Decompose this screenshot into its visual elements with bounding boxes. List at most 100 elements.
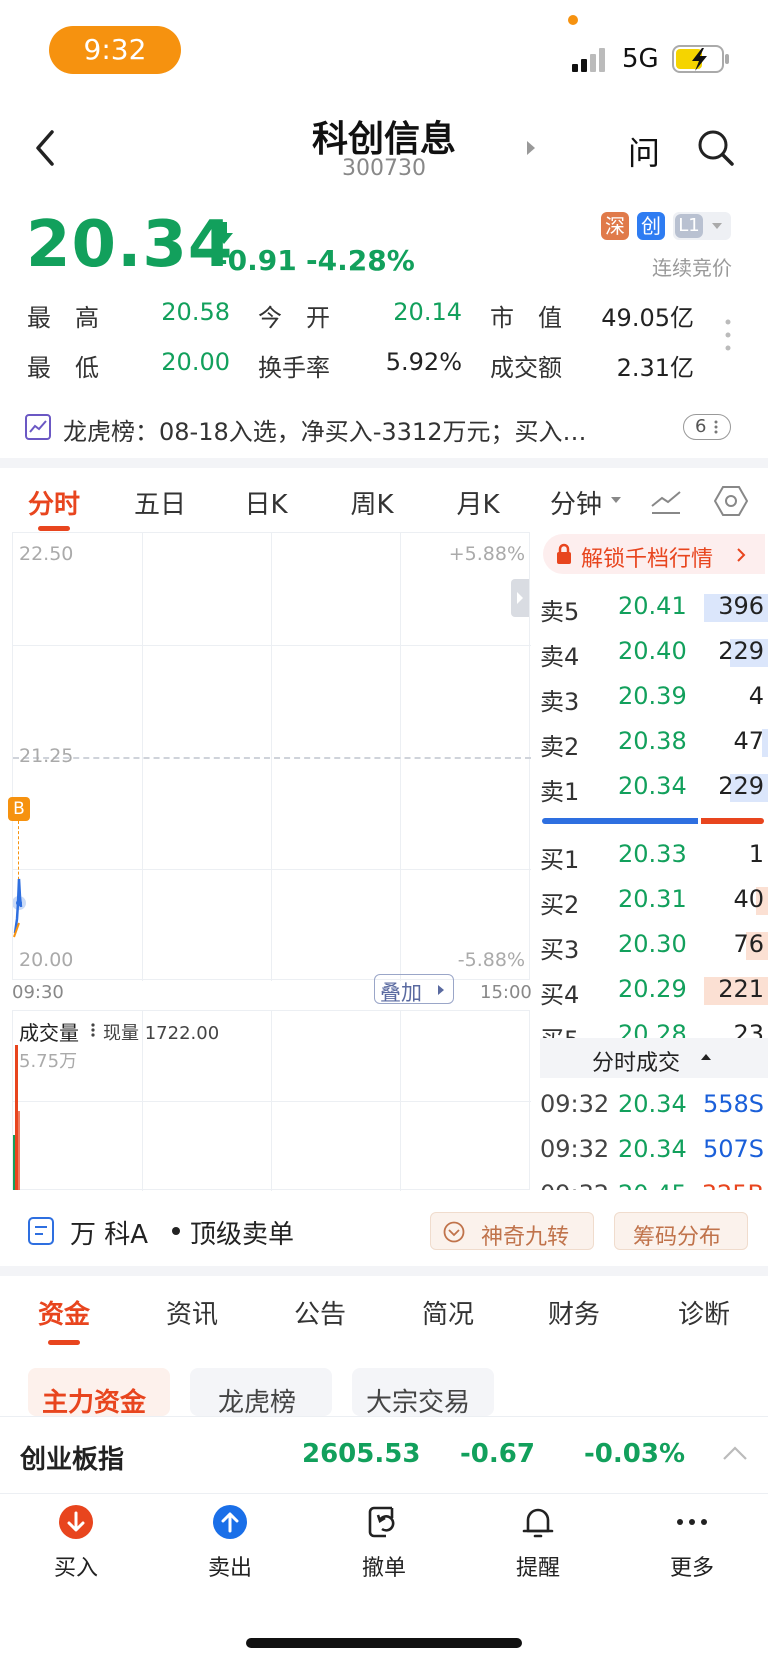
stock-code: 300730	[342, 156, 426, 181]
more-button[interactable]: 更多	[652, 1504, 732, 1584]
volume-bar	[18, 1111, 20, 1190]
order-label: 买5	[540, 1020, 579, 1038]
chip-distribution-button[interactable]: 筹码分布	[614, 1212, 748, 1250]
more-label: 更多	[669, 1556, 714, 1581]
order-vol: 1	[748, 840, 764, 868]
dragon-count-badge[interactable]: 6	[683, 414, 731, 440]
tab-announcements[interactable]: 公告	[282, 1294, 358, 1331]
subtab-dragon-tiger[interactable]: 龙虎榜	[190, 1368, 332, 1418]
tab-diagnosis[interactable]: 诊断	[664, 1294, 744, 1331]
badge-chuang: 创	[637, 212, 665, 240]
divider	[0, 458, 768, 468]
arrow-down-circle-icon	[59, 1505, 93, 1539]
news-stock[interactable]: 万 科A	[70, 1214, 148, 1251]
settings-hexagon-icon[interactable]	[714, 484, 748, 518]
tab-news[interactable]: 资讯	[154, 1294, 230, 1331]
document-icon	[28, 1217, 54, 1245]
trade-row: 09:32 20.34 558S	[540, 1086, 768, 1131]
stat-open: 20.14	[393, 298, 462, 326]
tab-intraday[interactable]: 分时	[18, 484, 90, 521]
grid-line	[13, 869, 531, 870]
order-vol: 23	[733, 1020, 764, 1038]
trade-vol: 325B	[702, 1180, 764, 1190]
level-selector[interactable]: L1	[673, 212, 731, 240]
bell-icon	[522, 1508, 554, 1538]
magic-nine-button[interactable]: 神奇九转	[430, 1212, 594, 1250]
stat-high-label: 最 高	[27, 304, 99, 332]
chevron-up-icon[interactable]	[722, 1445, 748, 1461]
tab-funds[interactable]: 资金	[26, 1294, 102, 1331]
dragon-tiger-bar[interactable]: 龙虎榜：08-18入选，净买入-3312万元；买入… 6	[0, 400, 768, 456]
dragon-count: 6	[695, 416, 707, 437]
chevron-right-icon	[737, 548, 746, 562]
order-row-sell1: 卖1 20.34 229	[540, 766, 768, 811]
network-label: 5G	[622, 44, 659, 74]
ask-button[interactable]: 问	[628, 128, 660, 174]
tab-weekly-k[interactable]: 周K	[334, 484, 410, 521]
index-bar[interactable]: 创业板指 2605.53 -0.67 -0.03%	[0, 1416, 768, 1494]
order-row-sell2: 卖2 20.38 47	[540, 721, 768, 766]
prev-close-line	[13, 757, 531, 759]
chart-expand-handle[interactable]	[511, 579, 529, 617]
subtab-block-trade-label: 大宗交易	[366, 1388, 471, 1418]
price-chart[interactable]: 22.50 +5.88% 21.25 20.00 -5.88% B	[8, 532, 531, 981]
volume-label: 成交量	[19, 1021, 79, 1045]
signal-icon	[572, 48, 612, 72]
tab-five-day[interactable]: 五日	[122, 484, 198, 521]
cancel-order-button[interactable]: 撤单	[344, 1504, 424, 1584]
stat-mcap-label: 市 值	[490, 304, 562, 332]
trade-time: 09:32	[540, 1180, 609, 1190]
order-price: 20.29	[618, 975, 687, 1003]
index-pct: -0.03%	[584, 1439, 685, 1469]
stat-open-label: 今 开	[258, 304, 330, 332]
next-stock-icon[interactable]	[526, 140, 536, 156]
order-vol: 40	[733, 885, 764, 913]
home-indicator	[246, 1638, 522, 1648]
more-horizontal-icon	[677, 1519, 707, 1525]
order-price: 20.31	[618, 885, 687, 913]
order-price: 20.28	[618, 1020, 687, 1038]
axis-price-high: 22.50	[19, 543, 74, 565]
more-vertical-icon[interactable]	[91, 1023, 95, 1037]
buy-sell-ratio-bar	[542, 818, 764, 824]
order-vol: 76	[733, 930, 764, 958]
buy-orders: 买1 20.33 1 买2 20.31 40 买3 20.30 76 买4 20…	[540, 834, 768, 1038]
buy-marker[interactable]: B	[8, 797, 30, 821]
tab-daily-k[interactable]: 日K	[228, 484, 304, 521]
unlock-depth-button[interactable]: 解锁千档行情	[543, 534, 765, 574]
alert-label: 提醒	[515, 1556, 560, 1581]
order-row-sell3: 卖3 20.39 4	[540, 676, 768, 721]
unlock-depth-label: 解锁千档行情	[581, 547, 714, 572]
overlay-button[interactable]: 叠加	[374, 974, 454, 1005]
alert-button[interactable]: 提醒	[498, 1504, 578, 1584]
price-change-pct: -4.28%	[306, 244, 415, 277]
back-icon[interactable]	[30, 128, 60, 168]
stat-low-label: 最 低	[27, 354, 99, 382]
tick-trades-header[interactable]: 分时成交	[540, 1038, 768, 1078]
volume-chart[interactable]: 成交量 现量 1722.00 5.75万	[12, 1010, 531, 1191]
subtab-block-trade[interactable]: 大宗交易	[352, 1368, 494, 1418]
chevron-up-icon	[701, 1054, 711, 1060]
tab-monthly-k[interactable]: 月K	[440, 484, 516, 521]
grid-line	[13, 645, 531, 646]
sell-button[interactable]: 卖出	[190, 1504, 270, 1584]
order-price: 20.41	[618, 592, 687, 620]
search-icon[interactable]	[696, 128, 736, 168]
tab-minute[interactable]: 分钟	[540, 484, 612, 521]
arrow-up-circle-icon	[213, 1505, 247, 1539]
order-vol: 47	[733, 727, 764, 755]
down-arrow-icon	[214, 222, 234, 246]
subtab-main-funds[interactable]: 主力资金	[28, 1368, 170, 1418]
time-end: 15:00	[480, 982, 532, 1003]
tick-trades-label: 分时成交	[592, 1051, 681, 1076]
trade-time: 09:32	[540, 1090, 610, 1118]
chevron-circle-icon	[443, 1221, 465, 1243]
buy-button[interactable]: 买入	[36, 1504, 116, 1584]
tab-profile[interactable]: 简况	[410, 1294, 486, 1331]
subtab-main-funds-label: 主力资金	[42, 1388, 147, 1418]
news-headline[interactable]: 顶级卖单	[190, 1214, 294, 1251]
lock-icon	[557, 543, 571, 564]
more-stats-icon[interactable]	[724, 318, 732, 352]
tab-financials[interactable]: 财务	[536, 1294, 612, 1331]
trend-line-icon[interactable]	[650, 488, 682, 516]
